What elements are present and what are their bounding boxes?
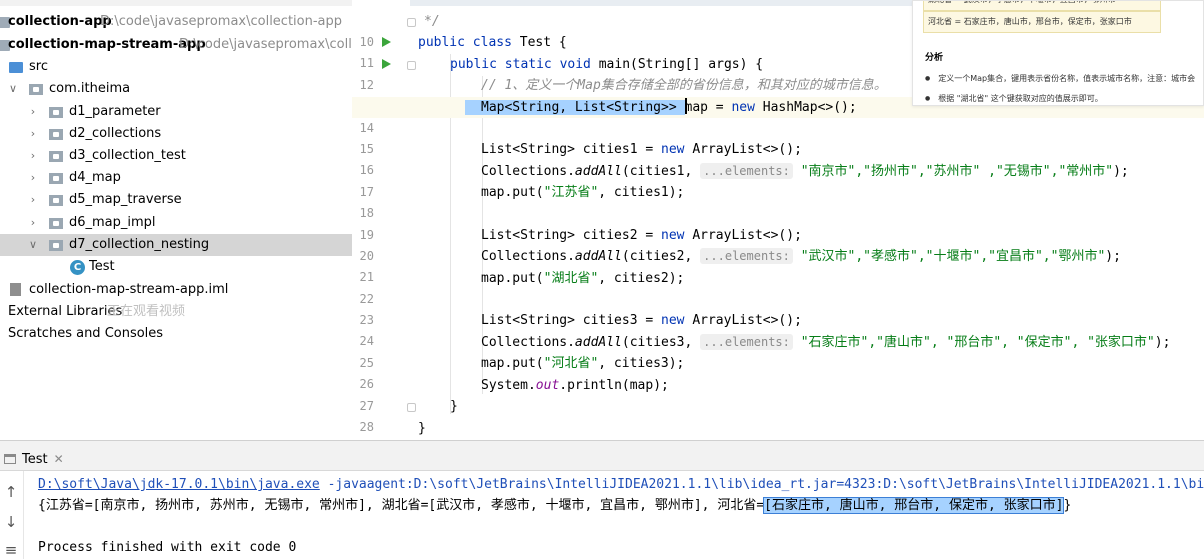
- tree-item-external-libraries[interactable]: External Libraries 正在观看视频: [0, 301, 352, 323]
- tree-item-d5-map-traverse[interactable]: › d5_map_traverse: [0, 189, 352, 211]
- project-tree-panel: collection-app D:\code\javasepromax\coll…: [0, 0, 352, 440]
- code-line-28: 28 }: [359, 399, 458, 435]
- source-folder-icon: [9, 62, 23, 73]
- console-command-line: D:\soft\Java\jdk-17.0.1\bin\java.exe -ja…: [38, 477, 1204, 492]
- tree-item-scratches[interactable]: Scratches and Consoles: [0, 323, 352, 345]
- tree-item-d2-collections[interactable]: › d2_collections: [0, 123, 352, 145]
- fold-marker[interactable]: [407, 18, 416, 27]
- package-icon: [49, 151, 63, 162]
- code-line-29: 29 }: [418, 421, 426, 436]
- code-line-23: 23: [359, 313, 374, 328]
- run-tab-test[interactable]: Test ✕: [4, 448, 64, 470]
- code-line-19: 19: [359, 228, 374, 243]
- scroll-up-icon[interactable]: ↑: [3, 483, 19, 501]
- console-exit-line: Process finished with exit code 0: [38, 540, 297, 555]
- fold-marker[interactable]: [407, 403, 416, 412]
- run-toolbar: ↑ ↓ ≡: [0, 471, 24, 559]
- selected-output: [石家庄市, 唐山市, 邢台市, 保定市, 张家口市]: [763, 497, 1065, 514]
- close-icon[interactable]: ✕: [54, 452, 64, 466]
- code-line-17: 17 Collections.addAll(cities1, ...elemen…: [359, 163, 1129, 200]
- code-line-16: 16 List<String> cities1 = new ArrayList<…: [359, 142, 802, 178]
- code-line-15: 15: [359, 142, 374, 157]
- chevron-right-icon[interactable]: ›: [27, 101, 39, 123]
- notes-bullet-2: 根据 "湖北省" 这个键获取对应的值展示即可。: [925, 93, 1102, 104]
- run-panel-header: Test ✕: [0, 441, 1204, 471]
- code-line-20: 20 List<String> cities2 = new ArrayList<…: [359, 228, 802, 264]
- watermark-text: 正在观看视频: [107, 304, 186, 319]
- tree-item-iml-file[interactable]: collection-map-stream-app.iml: [0, 279, 352, 301]
- code-line-21: 21 Collections.addAll(cities2, ...elemen…: [359, 248, 1121, 285]
- code-line-22: 22 map.put("湖北省", cities2);: [359, 271, 685, 307]
- notes-box-hebei: 河北省 = 石家庄市，唐山市，邢台市，保定市，张家口市: [923, 11, 1161, 33]
- soft-wrap-icon[interactable]: ≡: [3, 541, 19, 559]
- code-line-24: 24 List<String> cities3 = new ArrayList<…: [359, 313, 802, 349]
- java-exe-link[interactable]: D:\soft\Java\jdk-17.0.1\bin\java.exe: [38, 477, 320, 492]
- console-output-line: {江苏省=[南京市, 扬州市, 苏州市, 无锡市, 常州市], 湖北省=[武汉市…: [38, 497, 1072, 514]
- chevron-right-icon[interactable]: ›: [27, 212, 39, 234]
- project-panel-header: [0, 0, 352, 6]
- tree-item-d1-parameter[interactable]: › d1_parameter: [0, 101, 352, 123]
- tree-item-test-class[interactable]: C Test: [0, 256, 352, 278]
- param-hint: ...elements:: [700, 163, 793, 179]
- package-icon: [49, 240, 63, 251]
- tree-item-src[interactable]: src: [0, 56, 352, 78]
- chevron-right-icon[interactable]: ›: [27, 167, 39, 189]
- run-gutter-icon[interactable]: [382, 37, 391, 47]
- chevron-right-icon[interactable]: ›: [27, 145, 39, 167]
- chevron-down-icon[interactable]: ∨: [27, 234, 39, 256]
- selected-text: Map<String, List<String>>: [465, 100, 685, 115]
- run-gutter-icon[interactable]: [382, 59, 391, 69]
- param-hint: ...elements:: [700, 334, 793, 350]
- code-line-18: 18 map.put("江苏省", cities1);: [359, 185, 685, 221]
- java-class-icon: C: [70, 260, 85, 275]
- package-icon: [49, 195, 63, 206]
- code-line-26: 26 map.put("河北省", cities3);: [359, 356, 685, 392]
- package-icon: [49, 173, 63, 184]
- notes-bullet-1: 定义一个Map集合，键用表示省份名称，值表示城市名称，注意：城市会: [925, 73, 1195, 84]
- package-icon: [29, 84, 43, 95]
- code-line-27: 27 System.out.println(map);: [359, 378, 669, 414]
- tree-item-com-itheima[interactable]: ∨ com.itheima: [0, 78, 352, 100]
- notes-heading: 分析: [925, 53, 944, 63]
- scroll-down-icon[interactable]: ↓: [3, 513, 19, 531]
- chevron-right-icon[interactable]: ›: [27, 123, 39, 145]
- param-hint: ...elements:: [700, 248, 793, 264]
- package-icon: [49, 129, 63, 140]
- code-line-25: 25 Collections.addAll(cities3, ...elemen…: [359, 334, 1171, 371]
- fold-marker[interactable]: [407, 61, 416, 70]
- package-icon: [49, 107, 63, 118]
- tree-item-collection-app[interactable]: collection-app D:\code\javasepromax\coll…: [0, 11, 352, 33]
- tree-item-collection-map-stream-app[interactable]: collection-map-stream-app D:\code\javase…: [0, 34, 352, 56]
- tree-item-d3-collection-test[interactable]: › d3_collection_test: [0, 145, 352, 167]
- notes-overlay: 湖北省 = 武汉市，孝感市，十堰市，宜昌市，鄂州市 河北省 = 石家庄市，唐山市…: [912, 0, 1204, 106]
- package-icon: [49, 218, 63, 229]
- tree-item-d7-collection-nesting[interactable]: ∨ d7_collection_nesting: [0, 234, 352, 256]
- iml-file-icon: [10, 283, 21, 296]
- run-config-icon: [4, 454, 16, 464]
- chevron-down-icon[interactable]: ∨: [7, 78, 19, 100]
- tree-item-d6-map-impl[interactable]: › d6_map_impl: [0, 212, 352, 234]
- notes-box-hubei: 湖北省 = 武汉市，孝感市，十堰市，宜昌市，鄂州市: [923, 1, 1161, 11]
- run-tool-window: Test ✕ ↑ ↓ ≡ D:\soft\Java\jdk-17.0.1\bin\…: [0, 440, 1204, 559]
- tree-item-d4-map[interactable]: › d4_map: [0, 167, 352, 189]
- chevron-right-icon[interactable]: ›: [27, 189, 39, 211]
